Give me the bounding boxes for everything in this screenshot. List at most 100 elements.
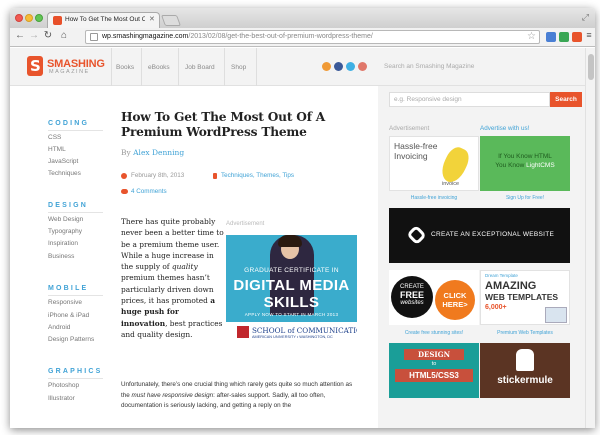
divider	[48, 378, 103, 379]
ad-line: HTML5/CSS3	[395, 369, 473, 382]
new-tab-button[interactable]	[160, 15, 182, 26]
ad-stickermule[interactable]: stickermule	[480, 343, 570, 398]
squarespace-logo-icon	[406, 224, 427, 246]
ad-line: GRADUATE CERTIFICATE IN	[244, 267, 339, 274]
sidebar-link[interactable]: Responsive	[48, 299, 82, 306]
ad-dream-template[interactable]: Dream Template AMAZING WEB TEMPLATES 6,0…	[480, 270, 570, 325]
nav-books[interactable]: Books	[116, 64, 134, 71]
fullscreen-icon[interactable]: ⤢	[582, 12, 589, 23]
ad-line: AMAZING	[485, 280, 537, 292]
bookmark-star-icon[interactable]: ☆	[527, 31, 536, 42]
sidebar-link[interactable]: Illustrator	[48, 395, 75, 402]
post-date: February 8th, 2013	[131, 172, 185, 179]
sidebar-link[interactable]: Techniques	[48, 170, 81, 177]
category-design[interactable]: DESIGN	[48, 202, 88, 209]
url-text[interactable]: wp.smashingmagazine.com/2013/02/08/get-t…	[102, 33, 373, 40]
ad-line: If You Know HTML	[498, 153, 552, 160]
email-icon[interactable]	[358, 62, 367, 71]
home-button[interactable]: ⌂	[58, 30, 70, 41]
sidebar-link[interactable]: Photoshop	[48, 382, 79, 389]
ad-circle: CLICK HERE>	[435, 280, 475, 320]
ad-line: WEB TEMPLATES	[485, 292, 559, 302]
comments-link[interactable]: 4 Comments	[131, 188, 167, 195]
address-bar[interactable]: wp.smashingmagazine.com/2013/02/08/get-t…	[85, 30, 540, 44]
twitter-icon[interactable]	[346, 62, 355, 71]
article-title: How To Get The Most Out Of A Premium Wor…	[121, 110, 326, 139]
divider	[111, 48, 112, 86]
sidebar-link[interactable]: HTML	[48, 146, 66, 153]
rss-icon[interactable]	[322, 62, 331, 71]
ad-person-hair	[278, 235, 302, 247]
minimize-window-button[interactable]	[25, 14, 33, 22]
sidebar-link[interactable]: iPhone & iPad	[48, 312, 89, 319]
nav-shop[interactable]: Shop	[231, 64, 246, 71]
ad-invoicing[interactable]: Hassle-free Invoicing invoice	[389, 136, 479, 191]
reload-button[interactable]: ↻	[42, 30, 54, 41]
menu-icon[interactable]: ≡	[583, 30, 595, 40]
page-icon	[90, 33, 98, 41]
extension-icon[interactable]	[546, 32, 556, 42]
sidebar-link[interactable]: Business	[48, 253, 74, 260]
ad-caption[interactable]: Premium Web Templates	[480, 330, 570, 336]
ad-label: Advertisement	[226, 221, 265, 227]
ad-text: stickermule	[497, 375, 553, 386]
school-seal-icon	[237, 326, 249, 338]
divider	[141, 48, 142, 86]
article-body: Unfortunately, there’s one crucial thing…	[121, 381, 353, 410]
ad-line: You Know LightCMS	[495, 162, 555, 169]
byline: By Alex Denning	[121, 148, 184, 157]
forward-button[interactable]: →	[28, 30, 40, 41]
ad-caption[interactable]: Sign Up for Free!	[480, 195, 570, 201]
sidebar-link[interactable]: Web Design	[48, 216, 83, 223]
sidebar-link[interactable]: CSS	[48, 134, 61, 141]
ad-line: DESIGN	[404, 349, 464, 360]
inline-ad-banner[interactable]: GRADUATE CERTIFICATE IN DIGITAL MEDIA SKI…	[226, 235, 357, 343]
sidebar-link[interactable]: Android	[48, 324, 70, 331]
extension-icon[interactable]	[559, 32, 569, 42]
tab-title: How To Get The Most Out O	[65, 16, 145, 23]
ad-lightcms[interactable]: If You Know HTML You Know LightCMS	[480, 136, 570, 191]
ad-circle: CREATE FREE websites	[391, 276, 433, 318]
browser-window: How To Get The Most Out O ✕ ⤢ ← → ↻ ⌂ wp…	[10, 8, 595, 428]
browser-tab[interactable]: How To Get The Most Out O ✕	[47, 12, 160, 28]
browser-toolbar: ← → ↻ ⌂ wp.smashingmagazine.com/2013/02/…	[10, 28, 595, 47]
smashing-logo-icon[interactable]	[27, 56, 43, 76]
web-page: SMASHING MAGAZINE Books eBooks Job Board…	[10, 48, 585, 428]
ad-caption[interactable]: Hassle-free invoicing	[389, 195, 479, 201]
back-button[interactable]: ←	[14, 30, 26, 41]
template-preview-icon	[545, 307, 567, 323]
sidebar-link[interactable]: Design Patterns	[48, 336, 94, 343]
category-mobile[interactable]: MOBILE	[48, 285, 88, 292]
vertical-scrollbar[interactable]	[585, 48, 595, 428]
ad-line: 6,000+	[485, 304, 507, 311]
author-link[interactable]: Alex Denning	[133, 148, 184, 157]
ad-school: SCHOOL of COMMUNICATION	[252, 326, 357, 335]
site-header: SMASHING MAGAZINE Books eBooks Job Board…	[10, 48, 585, 86]
nav-ebooks[interactable]: eBooks	[148, 64, 170, 71]
ad-text: CREATE AN EXCEPTIONAL WEBSITE	[431, 231, 555, 238]
search-button[interactable]: Search	[550, 92, 582, 107]
ad-create-websites[interactable]: CREATE FREE websites CLICK HERE>	[389, 270, 479, 325]
tab-close-icon[interactable]: ✕	[149, 15, 155, 23]
article-intro: There has quite probably never been a be…	[121, 217, 224, 339]
category-coding[interactable]: CODING	[48, 120, 89, 127]
ad-design-to-html[interactable]: DESIGN to HTML5/CSS3	[389, 343, 479, 398]
extension-icon[interactable]	[572, 32, 582, 42]
ad-caption[interactable]: Create free stunning sites!	[389, 330, 479, 336]
sidebar-link[interactable]: Inspiration	[48, 240, 78, 247]
maximize-window-button[interactable]	[35, 14, 43, 22]
sidebar-link[interactable]: JavaScript	[48, 158, 78, 165]
scrollbar-thumb[interactable]	[588, 54, 594, 80]
nav-job-board[interactable]: Job Board	[185, 64, 215, 71]
close-window-button[interactable]	[15, 14, 23, 22]
divider	[256, 48, 257, 86]
ad-small: Dream Template	[485, 273, 518, 278]
facebook-icon[interactable]	[334, 62, 343, 71]
search-input[interactable]: e.g. Responsive design	[389, 92, 550, 107]
ad-squarespace[interactable]: CREATE AN EXCEPTIONAL WEBSITE	[389, 208, 570, 263]
logo-subtitle: MAGAZINE	[49, 69, 90, 75]
advertise-link[interactable]: Advertise with us!	[480, 125, 529, 132]
category-links[interactable]: Techniques, Themes, Tips	[221, 172, 294, 179]
sidebar-link[interactable]: Typography	[48, 228, 82, 235]
category-graphics[interactable]: GRAPHICS	[48, 368, 103, 375]
